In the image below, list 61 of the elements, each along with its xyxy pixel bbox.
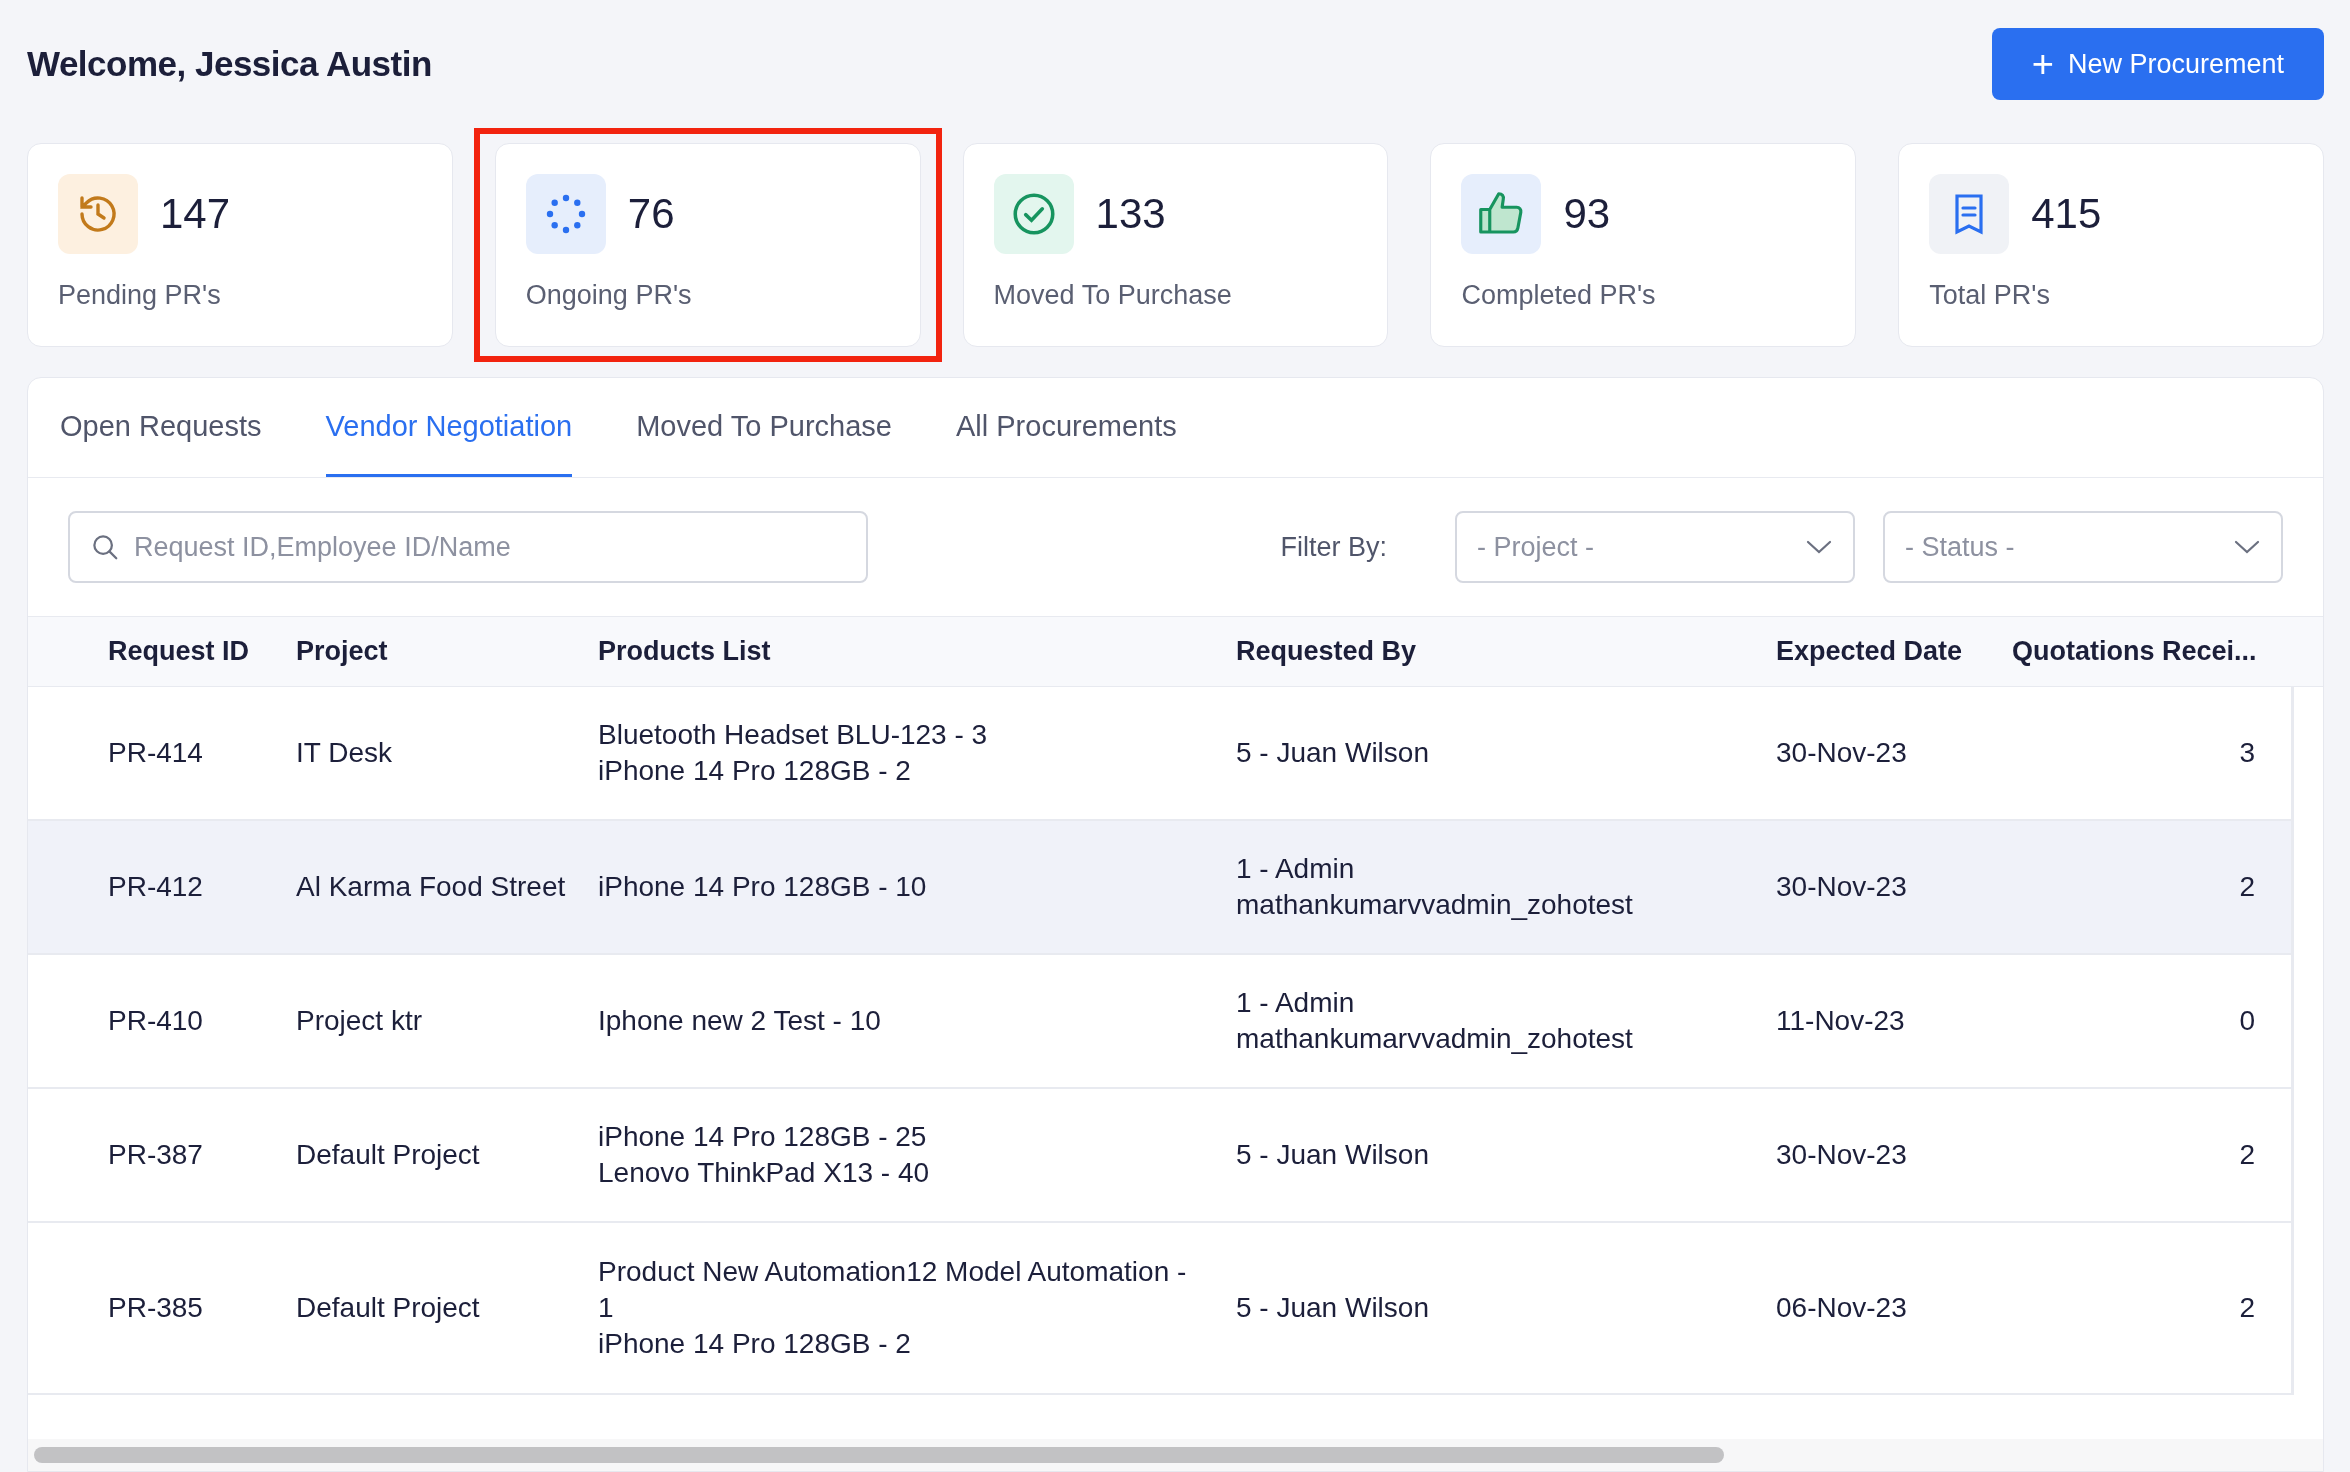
new-procurement-button[interactable]: + New Procurement xyxy=(1991,28,2324,100)
stat-value: 415 xyxy=(2031,190,2102,238)
stat-value: 76 xyxy=(627,190,675,238)
table-cell-text: 1 - Admin mathankumarvvadmin_zohotest xyxy=(1236,986,1634,1056)
scrollbar-thumb[interactable] xyxy=(34,1447,1724,1463)
column-header: Requested By xyxy=(1236,636,1418,667)
table-cell-text: 2 xyxy=(2239,1138,2255,1172)
table-cell-text: 2 xyxy=(2239,870,2255,904)
table-cell-text: Default Project xyxy=(296,1138,481,1172)
search-field[interactable]: Request ID,Employee ID/Name xyxy=(68,511,868,583)
column-header: Quotations Recei... xyxy=(2012,636,2255,667)
product-line: Bluetooth Headset BLU-123 - 3 xyxy=(598,718,989,752)
table-cell-text: 5 - Juan Wilson xyxy=(1236,1291,1430,1325)
chevron-down-icon xyxy=(2233,538,2261,556)
table-cell-text: 5 - Juan Wilson xyxy=(1236,736,1430,770)
table-cell-text: PR-410 xyxy=(108,1004,204,1038)
stat-value: 93 xyxy=(1563,190,1611,238)
table-cell-text: Project ktr xyxy=(296,1004,424,1038)
stat-label: Total PR's xyxy=(1929,280,2051,311)
welcome-title: Welcome, Jessica Austin xyxy=(27,44,432,84)
filter-label: Filter By: xyxy=(1280,531,1387,563)
table-row[interactable]: PR-412 Al Karma Food Street iPhone 14 Pro 128GB - 10 1 - Admin mathankumarvvadmin_zohotest 30-Nov-23 2 xyxy=(28,821,2291,955)
table-cell-text: 3 xyxy=(2239,736,2255,770)
table-cell-text: PR-414 xyxy=(108,736,204,770)
chevron-down-icon xyxy=(1805,538,1833,556)
table-cell-text: PR-412 xyxy=(108,870,204,904)
table-cell-text: 30-Nov-23 xyxy=(1776,870,1908,904)
table-cell-text: 06-Nov-23 xyxy=(1776,1291,1908,1325)
table-cell-text: 0 xyxy=(2239,1004,2255,1038)
stat-label: Completed PR's xyxy=(1461,280,1657,311)
product-line: iPhone 14 Pro 128GB - 10 xyxy=(598,870,928,904)
tab[interactable]: All Procurements xyxy=(956,378,1177,477)
table-cell-text: PR-385 xyxy=(108,1291,204,1325)
search-icon xyxy=(90,532,120,562)
product-line: iPhone 14 Pro 128GB - 2 xyxy=(598,1327,912,1361)
table-cell-text: 1 - Admin mathankumarvvadmin_zohotest xyxy=(1236,852,1634,922)
table-cell-text: 11-Nov-23 xyxy=(1776,1004,1906,1038)
table-cell-text: 5 - Juan Wilson xyxy=(1236,1138,1430,1172)
tab[interactable]: Moved To Purchase xyxy=(636,378,892,477)
stat-value: 133 xyxy=(1095,190,1166,238)
stat-value: 147 xyxy=(160,190,231,238)
stat-label: Ongoing PR's xyxy=(525,280,693,311)
column-header: Request ID xyxy=(108,636,251,667)
column-header: Products List xyxy=(598,636,772,667)
tab[interactable]: Vendor Negotiation xyxy=(325,378,573,477)
table-cell-text: Al Karma Food Street xyxy=(296,870,567,904)
table-cell-text: 30-Nov-23 xyxy=(1776,1138,1908,1172)
table-cell-text: Default Project xyxy=(296,1291,481,1325)
column-header: Expected Date xyxy=(1776,636,1964,667)
table-cell-text: 2 xyxy=(2239,1291,2255,1325)
table-cell-text: PR-387 xyxy=(108,1138,204,1172)
table-cell-text: IT Desk xyxy=(296,736,393,770)
product-line: iPhone 14 Pro 128GB - 2 xyxy=(598,754,912,788)
stat-label: Moved To Purchase xyxy=(993,280,1233,311)
column-header: Project xyxy=(296,636,389,667)
product-line: iPhone 14 Pro 128GB - 25 xyxy=(598,1120,928,1154)
product-line: Iphone new 2 Test - 10 xyxy=(598,1004,882,1038)
stat-label: Pending PR's xyxy=(58,280,222,311)
tab[interactable]: Open Requests xyxy=(60,378,262,477)
product-line: Lenovo ThinkPad X13 - 40 xyxy=(598,1156,931,1190)
table-cell-text: 30-Nov-23 xyxy=(1776,736,1908,770)
